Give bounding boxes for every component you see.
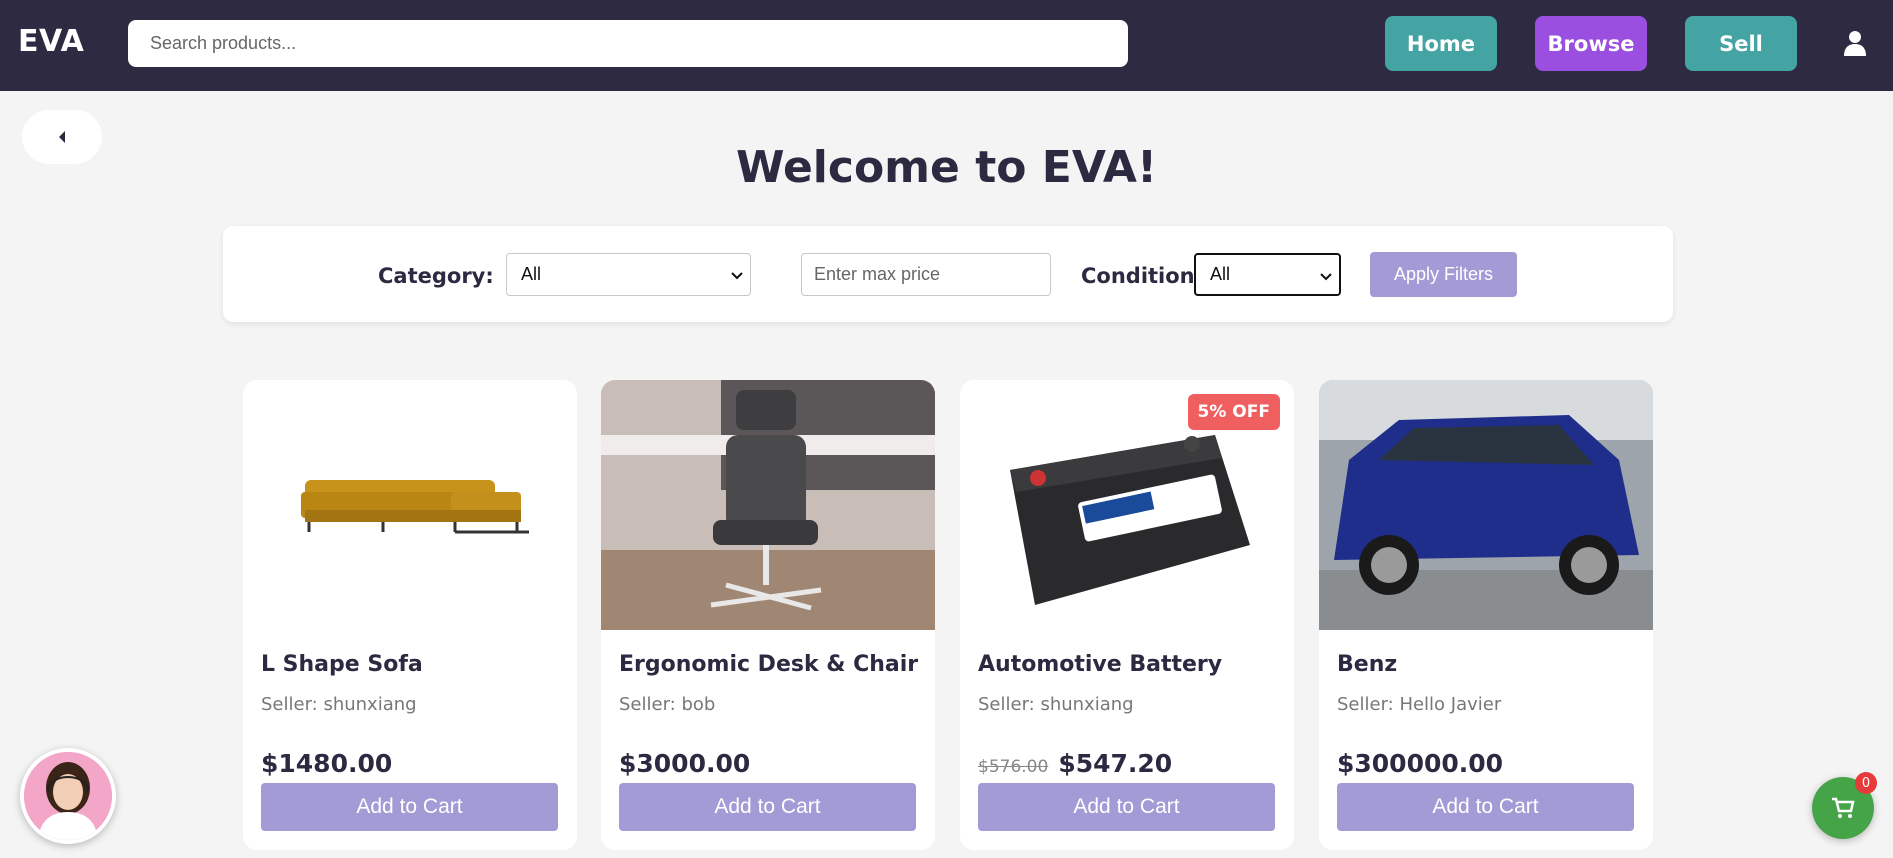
logo[interactable]: EVA [18, 24, 84, 59]
top-nav-bar: EVA Home Browse Sell [0, 0, 1893, 91]
support-avatar[interactable] [20, 748, 116, 844]
product-price: $1480.00 [261, 749, 393, 778]
product-card[interactable]: Benz Seller: Hello Javier $300000.00 Add… [1319, 380, 1653, 850]
category-label: Category: [378, 264, 494, 288]
product-seller: Seller: shunxiang [261, 694, 417, 715]
cart-count-badge: 0 [1855, 772, 1877, 794]
product-price: $300000.00 [1337, 749, 1504, 778]
product-seller: Seller: shunxiang [978, 694, 1134, 715]
product-image [243, 380, 577, 630]
product-image [601, 380, 935, 630]
condition-select-value: All [1210, 264, 1231, 284]
apply-filters-button[interactable]: Apply Filters [1370, 252, 1517, 297]
category-select-value: All [521, 264, 542, 284]
product-image: 5% OFF [960, 380, 1294, 630]
price-row: $1480.00 [261, 749, 392, 778]
add-to-cart-button[interactable]: Add to Cart [1337, 783, 1634, 831]
product-seller: Seller: bob [619, 694, 716, 715]
filter-panel: Category: All Condition: All Apply Filte… [223, 226, 1673, 322]
user-icon[interactable] [1843, 30, 1867, 56]
add-to-cart-button[interactable]: Add to Cart [261, 783, 558, 831]
condition-select[interactable]: All [1194, 253, 1341, 296]
product-card[interactable]: L Shape Sofa Seller: shunxiang $1480.00 … [243, 380, 577, 850]
product-price: $3000.00 [619, 749, 751, 778]
discount-badge: 5% OFF [1187, 394, 1280, 430]
product-price: $547.20 [1058, 749, 1173, 778]
original-price: $576.00 [978, 757, 1049, 777]
chevron-down-icon [731, 272, 743, 280]
cart-icon [1832, 797, 1855, 818]
product-image [1319, 380, 1653, 630]
product-title: L Shape Sofa [261, 652, 423, 677]
max-price-input[interactable] [801, 253, 1051, 296]
condition-label: Condition: [1081, 264, 1204, 288]
product-title: Ergonomic Desk & Chair [619, 652, 919, 677]
price-row: $576.00 $547.20 [978, 749, 1172, 778]
price-row: $300000.00 [1337, 749, 1503, 778]
category-select[interactable]: All [506, 253, 751, 296]
product-title: Benz [1337, 652, 1398, 677]
price-row: $3000.00 [619, 749, 750, 778]
sell-button[interactable]: Sell [1685, 16, 1797, 71]
search-input[interactable] [128, 20, 1128, 67]
product-title: Automotive Battery [978, 652, 1223, 677]
product-seller: Seller: Hello Javier [1337, 694, 1502, 715]
browse-button[interactable]: Browse [1535, 16, 1647, 71]
product-card[interactable]: 5% OFF Automotive Battery Seller: shunxi… [960, 380, 1294, 850]
product-card[interactable]: Ergonomic Desk & Chair Seller: bob $3000… [601, 380, 935, 850]
add-to-cart-button[interactable]: Add to Cart [978, 783, 1275, 831]
page-title: Welcome to EVA! [735, 142, 1158, 193]
chevron-down-icon [1320, 273, 1332, 281]
home-button[interactable]: Home [1385, 16, 1497, 71]
add-to-cart-button[interactable]: Add to Cart [619, 783, 916, 831]
